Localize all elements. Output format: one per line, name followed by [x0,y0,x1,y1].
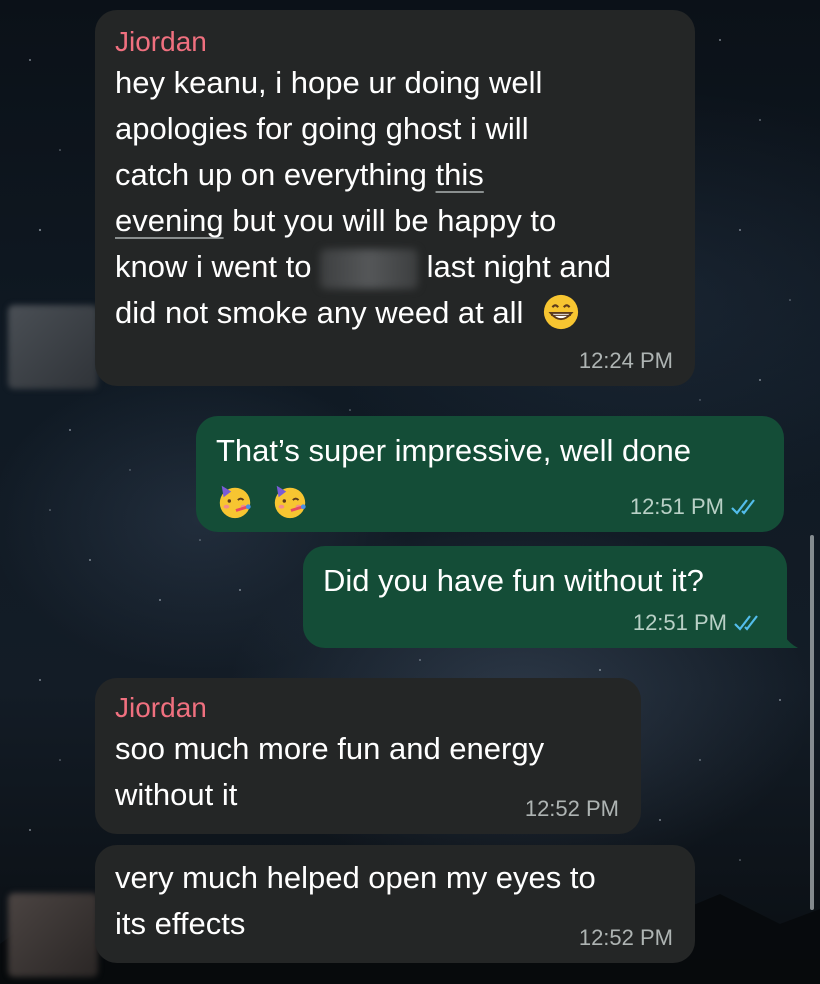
incoming-message[interactable]: very much helped open my eyes to its eff… [95,845,695,963]
text-segment: did not smoke any weed at all [115,295,524,330]
bubble-tail [780,628,798,648]
message-line: evening but you will be happy to [115,198,673,244]
grinning-face-emoji [543,294,579,329]
message-line: catch up on everything this [115,152,673,198]
sender-name[interactable]: Jiordan [115,690,619,726]
message-timestamp: 12:52 PM [579,925,673,951]
message-line: hey keanu, i hope ur doing well [115,65,543,100]
message-timestamp: 12:52 PM [525,796,619,822]
detected-date-link[interactable]: evening [115,203,224,238]
text-segment: know i went to [115,249,321,284]
timestamp-text: 12:51 PM [632,610,727,635]
message-line: know i went to last night and [115,244,673,290]
timestamp-text: 12:52 PM [524,796,619,821]
timestamp-text: 12:52 PM [578,925,673,950]
contact-avatar[interactable] [8,305,98,389]
outgoing-message[interactable]: Did you have fun without it? 12:51 PM [303,546,787,648]
message-timestamp: 12:51 PM [633,610,765,636]
message-text: Did you have fun without it? [323,563,704,598]
detected-date-link[interactable]: this [436,157,484,192]
text-segment: but you will be happy to [223,203,557,238]
message-timestamp: 12:51 PM [630,494,762,520]
incoming-message[interactable]: Jiordan soo much more fun and energy wit… [95,678,641,834]
message-text: That’s super impressive, well done [216,433,691,468]
message-timestamp: 12:24 PM [579,348,673,374]
sender-name[interactable]: Jiordan [115,24,673,60]
timestamp-text: 12:51 PM [629,494,724,519]
incoming-message[interactable]: Jiordan hey keanu, i hope ur doing well … [95,10,695,386]
message-line: apologies for going ghost i will [115,111,529,146]
redacted-text [320,248,419,289]
partying-face-emoji [274,485,306,518]
timestamp-text: 12:24 PM [578,348,673,373]
partying-face-emoji [219,485,251,518]
contact-avatar[interactable] [8,893,98,977]
text-segment: last night and [426,249,612,284]
message-text: hey keanu, i hope ur doing well apologie… [115,60,673,336]
scrollbar[interactable] [810,535,814,910]
double-check-icon [731,499,755,515]
double-check-icon [734,615,758,631]
message-line: did not smoke any weed at all [115,290,673,336]
message-line: soo much more fun and energy [115,731,545,766]
text-segment: catch up on everything [115,157,436,192]
outgoing-message[interactable]: That’s super impressive, well done 12:51… [196,416,784,532]
message-line: very much helped open my eyes to [115,860,596,895]
